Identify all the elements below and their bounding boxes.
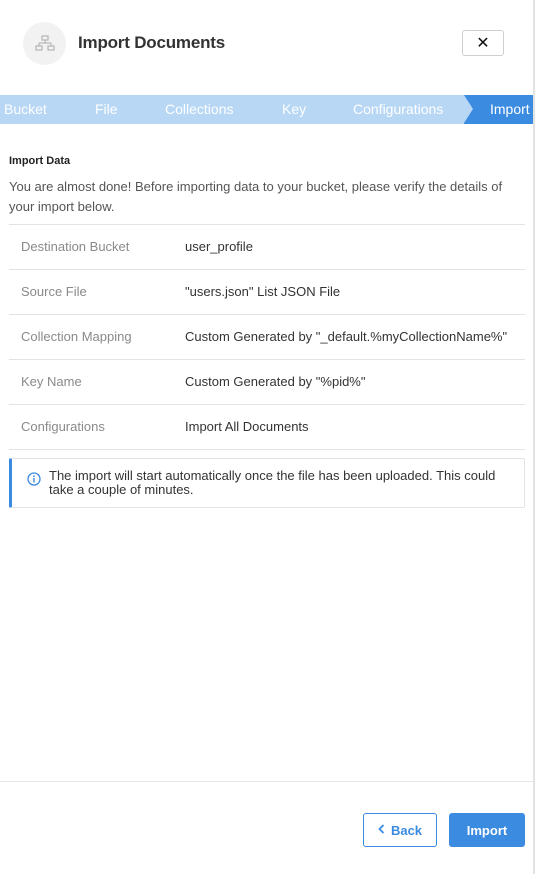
info-notice: The import will start automatically once… — [9, 458, 525, 508]
detail-label: Configurations — [21, 419, 105, 434]
step-collections[interactable]: Collections — [165, 95, 233, 124]
detail-row-source-file: Source File "users.json" List JSON File — [9, 270, 525, 315]
detail-label: Destination Bucket — [21, 239, 130, 254]
detail-row-configurations: Configurations Import All Documents — [9, 405, 525, 450]
detail-value: Custom Generated by "%pid%" — [185, 374, 366, 389]
detail-value: Custom Generated by "_default.%myCollect… — [185, 329, 508, 344]
detail-row-destination-bucket: Destination Bucket user_profile — [9, 225, 525, 270]
step-import[interactable]: Import — [490, 95, 530, 124]
intro-text: You are almost done! Before importing da… — [9, 179, 503, 214]
info-circle-icon — [27, 472, 41, 491]
close-button[interactable]: ✕ — [462, 30, 504, 56]
import-button[interactable]: Import — [449, 813, 525, 847]
detail-row-collection-mapping: Collection Mapping Custom Generated by "… — [9, 315, 525, 360]
dialog-title: Import Documents — [78, 33, 225, 52]
step-bucket[interactable]: Bucket — [4, 95, 47, 124]
dialog-header: Import Documents ✕ — [0, 0, 533, 88]
detail-value: user_profile — [185, 239, 253, 254]
detail-label: Key Name — [21, 374, 82, 389]
chevron-left-icon — [378, 823, 385, 837]
back-button[interactable]: Back — [363, 813, 437, 847]
sitemap-icon — [23, 22, 66, 65]
step-key[interactable]: Key — [282, 95, 306, 124]
section-title: Import Data — [9, 155, 71, 167]
footer-divider — [0, 781, 533, 782]
detail-row-key-name: Key Name Custom Generated by "%pid%" — [9, 360, 525, 405]
close-icon: ✕ — [476, 35, 490, 52]
wizard-stepper: Bucket File Collections Key Configuratio… — [0, 95, 533, 124]
back-button-label: Back — [390, 822, 423, 838]
step-file[interactable]: File — [95, 95, 118, 124]
info-message: The import will start automatically once… — [49, 468, 496, 497]
import-details-table: Destination Bucket user_profile Source F… — [9, 224, 525, 450]
detail-value: Import All Documents — [185, 419, 309, 434]
detail-label: Source File — [21, 284, 87, 299]
detail-label: Collection Mapping — [21, 329, 132, 344]
active-step-notch — [464, 95, 473, 123]
detail-value: "users.json" List JSON File — [185, 284, 341, 299]
step-configurations[interactable]: Configurations — [353, 95, 443, 124]
import-button-label: Import — [466, 822, 508, 838]
